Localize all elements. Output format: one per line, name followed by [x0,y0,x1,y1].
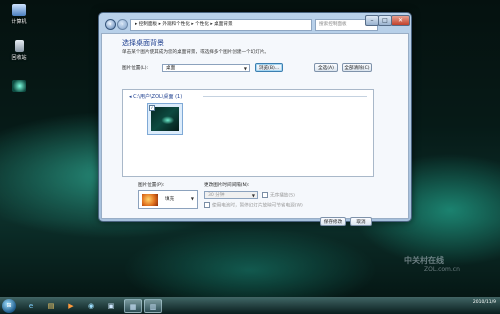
picture-location-label: 图片位置(L): [122,66,149,71]
back-button[interactable]: ‹ [105,19,116,30]
computer-icon [12,4,26,16]
minimize-button[interactable]: – [365,15,379,26]
chevron-down-icon: ▼ [251,193,255,198]
watermark-logo: 中关村在线 [404,256,444,265]
change-interval-value: 30 分钟 [208,193,225,198]
wallpaper-image [151,107,179,131]
desktop-icon-computer[interactable]: 计算机 [2,4,36,25]
thumbnail-checkbox[interactable]: ✓ [149,105,155,111]
title-bar[interactable]: ‹ › ▸ 控制面板 ▸ 外观和个性化 ▸ 个性化 ▸ 桌面背景 搜索控制面板 … [99,13,411,33]
checkbox-box[interactable] [262,192,268,198]
close-button[interactable]: ✕ [391,15,410,26]
picture-position-label: 图片位置(P): [138,183,165,188]
taskbar-app-icon[interactable]: ▣ [102,299,120,313]
shuffle-checkbox[interactable]: 无序播放(S) [262,192,295,199]
taskbar-ie-icon[interactable]: e [22,299,40,313]
position-preview-image [142,194,158,206]
gallery-group-path: C:\用户\ZOL\桌面 (1) [133,94,183,100]
picture-gallery[interactable]: ◂ C:\用户\ZOL\桌面 (1) ✓ [122,89,374,177]
taskbar-app-icon[interactable]: ◉ [82,299,100,313]
checkbox-box[interactable] [204,202,210,208]
maximize-button[interactable]: □ [378,15,392,26]
picture-file-icon [12,80,26,92]
change-interval-dropdown[interactable]: 30 分钟 ▼ [204,191,258,199]
picture-location-value: 桌面 [166,66,176,71]
forward-button[interactable]: › [117,19,128,30]
start-button[interactable]: ⊞ [2,299,16,313]
taskbar-control-panel-icon[interactable]: ▦ [124,299,142,313]
picture-position-value: 填充 [165,197,175,202]
desktop-icon-label: 计算机 [11,19,27,25]
taskbar-window-icon[interactable]: ▥ [144,299,162,313]
divider [203,96,367,97]
browse-button[interactable]: 浏览(B)... [255,63,283,72]
battery-pause-checkbox[interactable]: 使用电池时，暂停幻灯片放映可节省电源(W) [204,202,303,209]
taskbar-media-player-icon[interactable]: ▶ [62,299,80,313]
cancel-button[interactable]: 取消 [350,217,372,226]
content-pane: 选择桌面背景 单击某个图片使其成为您的桌面背景，或选择多个图片创建一个幻灯片。 … [101,33,409,226]
change-interval-label: 更改图片时间间隔(N): [204,183,250,188]
save-changes-button[interactable]: 保存修改 [320,217,346,226]
page-description: 单击某个图片使其成为您的桌面背景，或选择多个图片创建一个幻灯片。 [122,50,270,55]
picture-position-dropdown[interactable]: 填充 ▼ [138,190,198,209]
clock-date: 2010/11/9 [472,300,496,305]
gallery-group-title[interactable]: ◂ C:\用户\ZOL\桌面 (1) [129,93,182,100]
wallpaper-thumbnail[interactable]: ✓ [147,103,183,135]
battery-pause-label: 使用电池时，暂停幻灯片放映可节省电源(W) [212,203,303,209]
shuffle-label: 无序播放(S) [270,193,295,199]
chevron-down-icon: ▼ [190,196,194,201]
address-bar[interactable]: ▸ 控制面板 ▸ 外观和个性化 ▸ 个性化 ▸ 桌面背景 [130,19,312,31]
desktop-icon-picture[interactable] [2,80,36,94]
system-clock[interactable]: 2010/11/9 [473,300,496,306]
select-all-button[interactable]: 全选(A) [314,63,338,72]
desktop-background-window: ‹ › ▸ 控制面板 ▸ 外观和个性化 ▸ 个性化 ▸ 桌面背景 搜索控制面板 … [98,12,412,226]
desktop-icon-label: 回收站 [11,55,27,61]
desktop-icon-recycle-bin[interactable]: 回收站 [2,40,36,61]
taskbar-explorer-icon[interactable]: ▤ [42,299,60,313]
chevron-down-icon: ▼ [243,66,247,71]
taskbar: ⊞ e ▤ ▶ ◉ ▣ ▦ ▥ 2010/11/9 [0,297,500,314]
clear-all-button[interactable]: 全部清除(C) [342,63,372,72]
watermark-url: ZOL.com.cn [424,266,460,273]
picture-location-dropdown[interactable]: 桌面 ▼ [162,64,250,72]
page-title: 选择桌面背景 [122,39,164,47]
recycle-bin-icon [14,40,24,52]
